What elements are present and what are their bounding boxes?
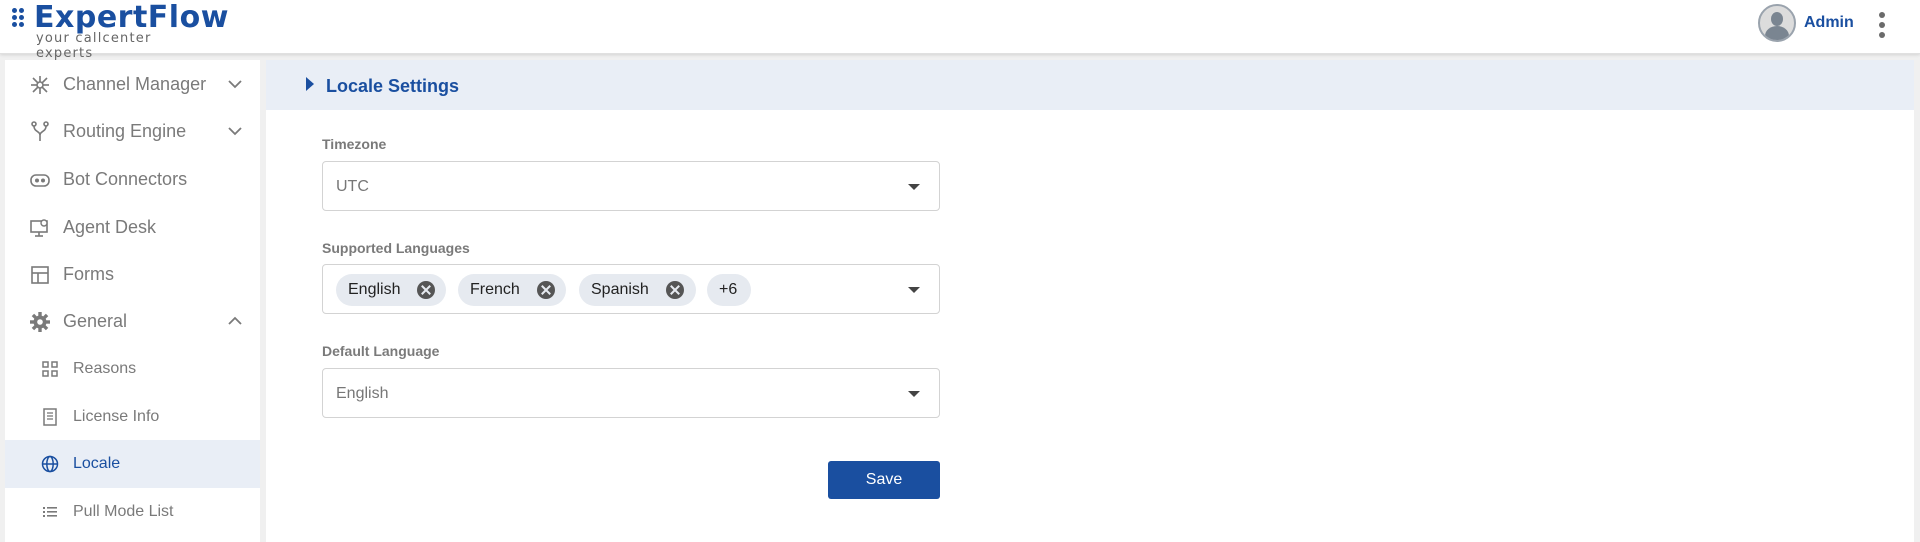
save-button[interactable]: Save [828,461,940,499]
bot-icon [30,174,50,187]
language-chip: French [458,274,566,306]
sidebar-item-label: Forms [63,263,114,284]
sidebar-item-general[interactable]: General [5,297,260,345]
remove-chip-icon[interactable] [666,281,684,299]
chip-label: English [348,281,401,298]
user-avatar-icon[interactable] [1758,4,1796,42]
language-chip: English [336,274,446,306]
sidebar-subitem-reasons[interactable]: Reasons [5,345,260,393]
sidebar-item-label: Bot Connectors [63,168,188,189]
globe-icon [41,455,59,473]
timezone-label: Timezone [322,136,387,152]
default-language-select[interactable]: English [322,368,940,418]
locale-settings-header[interactable]: Locale Settings [266,60,1914,110]
caret-right-icon[interactable] [306,77,314,91]
language-chip: Spanish [579,274,696,306]
chip-label: Spanish [591,281,649,298]
form-icon [31,266,49,284]
main-panel: Locale Settings Timezone UTC Supported L… [266,60,1914,542]
caret-down-icon[interactable] [908,287,920,293]
remove-chip-icon[interactable] [417,281,435,299]
supported-languages-label: Supported Languages [322,240,470,256]
logo-tagline: your callcenter experts [36,31,152,61]
sidebar-item-routing-engine[interactable]: Routing Engine [5,107,260,155]
monitor-icon [30,219,48,237]
sidebar-item-label: License Info [73,408,160,425]
default-language-value: English [336,385,389,402]
default-language-label: Default Language [322,343,440,359]
chip-label: French [470,281,520,298]
document-icon [43,408,57,426]
timezone-select[interactable]: UTC [322,161,940,211]
fork-icon [31,121,49,141]
supported-languages-select[interactable]: English French Spanish +6 [322,264,940,314]
sidebar-item-label: Routing Engine [63,120,187,141]
sidebar-item-label: Locale [73,455,121,472]
network-icon [31,76,49,94]
chevron-down-icon[interactable] [227,124,243,138]
caret-down-icon[interactable] [908,391,920,397]
list-icon [43,507,57,517]
sidebar-item-channel-manager[interactable]: Channel Manager [5,60,260,108]
top-header: ExpertFlow your callcenter experts Admin [0,0,1920,61]
sidebar-item-label: Reasons [73,360,137,377]
section-title: Locale Settings [326,76,460,96]
sidebar-subitem-license-info[interactable]: License Info [5,393,260,441]
remove-chip-icon[interactable] [537,281,555,299]
sidebar-item-label: Agent Desk [63,216,157,237]
sidebar-item-agent-desk[interactable]: Agent Desk [5,203,260,251]
logo-dots-icon [12,6,32,28]
sidebar-subitem-locale[interactable]: Locale [5,440,260,488]
chevron-down-icon[interactable] [227,77,243,91]
chevron-up-icon[interactable] [227,314,243,328]
more-count: +6 [719,281,738,298]
more-languages-chip[interactable]: +6 [707,274,751,306]
gear-icon [30,312,50,332]
sidebar: Channel Manager Routing Engine Bot Conne… [5,60,260,542]
expertflow-logo[interactable]: ExpertFlow your callcenter experts [12,0,228,61]
sidebar-item-forms[interactable]: Forms [5,250,260,298]
timezone-value: UTC [336,178,369,195]
user-menu[interactable]: Admin [1758,3,1854,43]
sidebar-item-label: General [63,310,128,331]
caret-down-icon[interactable] [908,184,920,190]
sidebar-subitem-pull-mode-list[interactable]: Pull Mode List [5,488,260,536]
user-name[interactable]: Admin [1804,14,1854,32]
sidebar-item-label: Pull Mode List [73,503,174,520]
logo-text: ExpertFlow [34,0,229,35]
sidebar-item-bot-connectors[interactable]: Bot Connectors [5,155,260,203]
sidebar-item-label: Channel Manager [63,73,207,94]
kebab-menu-icon[interactable] [1876,12,1888,38]
grid-icon [42,361,58,377]
